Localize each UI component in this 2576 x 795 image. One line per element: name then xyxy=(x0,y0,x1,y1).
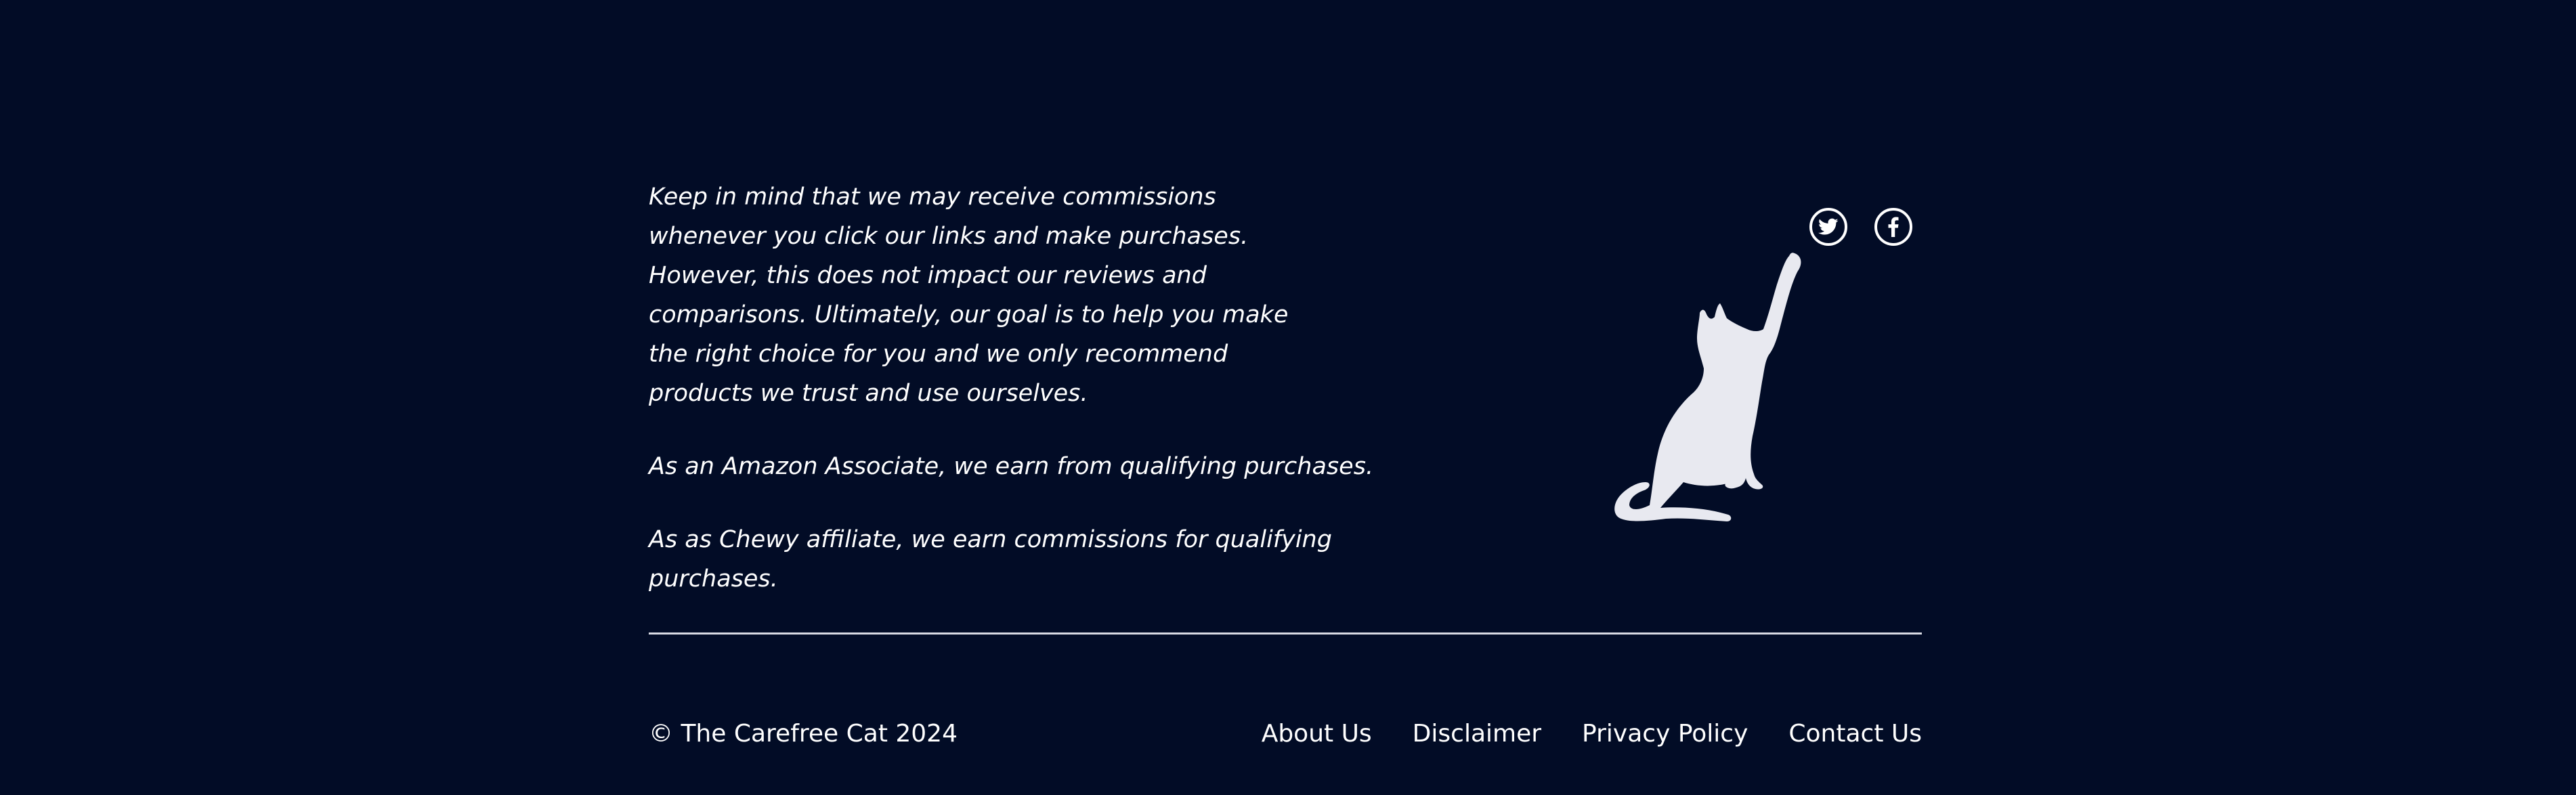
footer-nav: About Us Disclaimer Privacy Policy Conta… xyxy=(1262,716,1922,752)
amazon-associate-text: As an Amazon Associate, we earn from qua… xyxy=(649,453,1374,480)
footer-divider xyxy=(649,632,1922,635)
footer-link-privacy-policy[interactable]: Privacy Policy xyxy=(1582,716,1748,752)
facebook-link[interactable] xyxy=(1874,208,1912,246)
facebook-icon xyxy=(1888,217,1899,237)
social-links xyxy=(1809,208,1912,246)
twitter-icon xyxy=(1818,218,1839,235)
footer-link-disclaimer[interactable]: Disclaimer xyxy=(1413,716,1541,752)
site-footer: Keep in mind that we may receive commiss… xyxy=(0,0,2576,795)
chewy-affiliate-text: As as Chewy affiliate, we earn commissio… xyxy=(649,526,1332,593)
footer-link-contact-us[interactable]: Contact Us xyxy=(1788,716,1922,752)
commission-disclaimer-text: Keep in mind that we may receive commiss… xyxy=(649,184,1289,407)
cat-silhouette-icon xyxy=(1614,253,1801,521)
copyright-text: © The Carefree Cat 2024 xyxy=(649,720,958,748)
twitter-link[interactable] xyxy=(1809,208,1847,246)
affiliate-disclaimer: Keep in mind that we may receive commiss… xyxy=(649,177,1421,599)
footer-link-about-us[interactable]: About Us xyxy=(1262,716,1372,752)
